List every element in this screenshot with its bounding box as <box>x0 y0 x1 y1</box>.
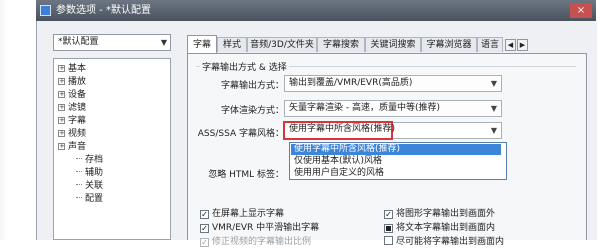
tree-item-device[interactable]: + 设备 <box>58 89 86 101</box>
chevron-down-icon: ▼ <box>160 38 167 47</box>
app-icon <box>40 5 51 16</box>
tree-connector <box>76 171 82 172</box>
profile-select-value: *默认配置 <box>58 37 99 47</box>
show-subtitles-checkbox[interactable]: ✓ 在屏幕上显示字幕 <box>200 208 284 220</box>
checkbox-label: 将图形字幕输出到画面外 <box>396 209 496 219</box>
chevron-down-icon: ▼ <box>490 104 497 113</box>
fix-ratio-checkbox[interactable]: ✓ 修正视频的字幕输出比例 <box>200 236 311 248</box>
tree-item-label: 存档 <box>85 155 104 165</box>
text-subs-inside-checkbox[interactable]: 将文本字幕输出到画面内 <box>384 222 495 234</box>
dropdown-option-embedded-style[interactable]: 使用字幕中所含风格(推荐) <box>291 144 501 155</box>
tree-item-config[interactable]: 配置 <box>76 193 103 205</box>
expand-icon[interactable]: + <box>58 130 65 137</box>
tree-item-label: 关联 <box>85 181 104 191</box>
ass-style-highlight: 使用字幕中所含风格(推荐) <box>283 121 396 140</box>
dropdown-option-custom-style[interactable]: 使用用户自定义的风格 <box>291 168 501 179</box>
window-title: 参数选项 - *默认配置 <box>56 5 151 16</box>
tree-item-label: 视频 <box>68 129 87 139</box>
checkbox-empty-icon[interactable] <box>384 236 393 245</box>
tree-item-label: 辅助 <box>85 168 104 178</box>
checkbox-partial-icon[interactable] <box>384 224 393 233</box>
font-render-value: 矢量字幕渲染 - 高速，质量中等(推荐) <box>289 103 440 113</box>
tree-item-label: 滤镜 <box>68 103 87 113</box>
subs-inside-if-possible-checkbox[interactable]: 尽可能将字幕输出到画面内 <box>384 236 504 248</box>
expand-icon[interactable]: + <box>58 91 65 98</box>
tab-subtitle[interactable]: 字幕 <box>187 35 217 53</box>
profile-select[interactable]: *默认配置 ▼ <box>53 34 171 51</box>
chevron-down-icon: ▼ <box>490 126 497 135</box>
tree-item-subtitle[interactable]: + 字幕 <box>58 115 86 127</box>
tab-scroll-right-icon[interactable]: ▶ <box>517 39 528 51</box>
tree-item-label: 播放 <box>68 77 87 87</box>
checkbox-check-icon[interactable]: ✓ <box>200 238 209 247</box>
expand-icon[interactable]: + <box>58 143 65 150</box>
tree-item-assist[interactable]: 辅助 <box>76 167 103 179</box>
tab-audio-3d-folder[interactable]: 音频/3D/文件夹 <box>247 37 317 52</box>
tree-item-label: 字幕 <box>68 116 87 126</box>
tree-item-label: 配置 <box>85 194 104 204</box>
font-render-select[interactable]: 矢量字幕渲染 - 高速，质量中等(推荐) ▼ <box>284 100 502 117</box>
font-render-label: 字体渲染方式： <box>220 106 284 116</box>
tab-style[interactable]: 样式 <box>217 37 247 52</box>
expand-icon[interactable]: + <box>58 78 65 85</box>
tree-item-label: 声音 <box>68 142 87 152</box>
expand-icon[interactable]: + <box>58 117 65 124</box>
checkbox-label: 修正视频的字幕输出比例 <box>212 237 312 247</box>
tree-item-playback[interactable]: + 播放 <box>58 76 86 88</box>
checkbox-check-icon[interactable]: ✓ <box>200 224 209 233</box>
graphic-subs-outside-checkbox[interactable]: ✓ 将图形字幕输出到画面外 <box>384 208 495 220</box>
tree-item-filter[interactable]: + 滤镜 <box>58 102 86 114</box>
tab-subtitle-search[interactable]: 字幕搜索 <box>317 37 365 52</box>
tree-item-basic[interactable]: + 基本 <box>58 63 86 75</box>
tab-subtitle-browser[interactable]: 字幕浏览器 <box>421 37 477 52</box>
output-mode-value: 输出到覆盖/VMR/EVR(高品质) <box>289 78 413 88</box>
ignore-html-label: 忽略 HTML 标签： <box>208 170 284 180</box>
tree-item-archive[interactable]: 存档 <box>76 154 103 166</box>
close-button[interactable]: × <box>570 3 592 18</box>
expand-icon[interactable]: + <box>58 65 65 72</box>
checkbox-label: VMR/EVR 中平滑输出字幕 <box>212 223 320 233</box>
checkbox-check-icon[interactable]: ✓ <box>384 210 393 219</box>
tab-language[interactable]: 语言 <box>477 37 503 52</box>
tree-connector <box>76 197 82 198</box>
tree-item-association[interactable]: 关联 <box>76 180 103 192</box>
tree-item-label: 基本 <box>68 64 87 74</box>
chevron-down-icon: ▼ <box>490 79 497 88</box>
output-mode-select[interactable]: 输出到覆盖/VMR/EVR(高品质) ▼ <box>284 75 502 92</box>
category-tree: + 基本 + 播放 + 设备 + 滤镜 + 字幕 + 视频 + 声音 存档 辅助 关联 配置 <box>53 58 171 240</box>
tab-strip: 字幕 样式 音频/3D/文件夹 字幕搜索 关键词搜索 字幕浏览器 语言 ◀ ▶ <box>187 35 587 53</box>
group-title: 字幕输出方式 & 选择 <box>200 60 289 73</box>
ass-style-value: 使用字幕中所含风格(推荐) <box>289 124 396 134</box>
ass-style-dropdown-list: 使用字幕中所含风格(推荐) 仅使用基本(默认)风格 使用用户自定义的风格 <box>289 142 507 180</box>
checkbox-label: 将文本字幕输出到画面内 <box>396 223 496 233</box>
left-margin <box>0 0 8 240</box>
tree-connector <box>76 158 82 159</box>
output-mode-label: 字幕输出方式： <box>220 81 284 91</box>
tab-scroll-left-icon[interactable]: ◀ <box>505 39 516 51</box>
preferences-dialog: *默认配置 ▼ + 基本 + 播放 + 设备 + 滤镜 + 字幕 + 视频 + 声音 存档 辅… <box>36 21 597 247</box>
tree-item-audio[interactable]: + 声音 <box>58 141 86 153</box>
tree-connector <box>76 184 82 185</box>
dropdown-option-basic-style[interactable]: 仅使用基本(默认)风格 <box>291 156 501 167</box>
checkbox-label: 在屏幕上显示字幕 <box>212 209 285 219</box>
screenshot-frame: 参数选项 - *默认配置 × *默认配置 ▼ + 基本 + 播放 + 设备 + 滤镜 +… <box>0 0 600 247</box>
tab-keyword-search[interactable]: 关键词搜索 <box>365 37 421 52</box>
checkbox-label: 尽可能将字幕输出到画面内 <box>396 237 505 247</box>
title-bar: 参数选项 - *默认配置 × <box>36 0 596 21</box>
checkbox-check-icon[interactable]: ✓ <box>200 210 209 219</box>
tree-item-video[interactable]: + 视频 <box>58 128 86 140</box>
ass-style-select[interactable]: 使用字幕中所含风格(推荐) ▼ <box>283 121 502 140</box>
expand-icon[interactable]: + <box>58 104 65 111</box>
tree-item-label: 设备 <box>68 90 87 100</box>
smooth-output-checkbox[interactable]: ✓ VMR/EVR 中平滑输出字幕 <box>200 222 319 234</box>
ass-style-label: ASS/SSA 字幕风格： <box>197 129 284 139</box>
